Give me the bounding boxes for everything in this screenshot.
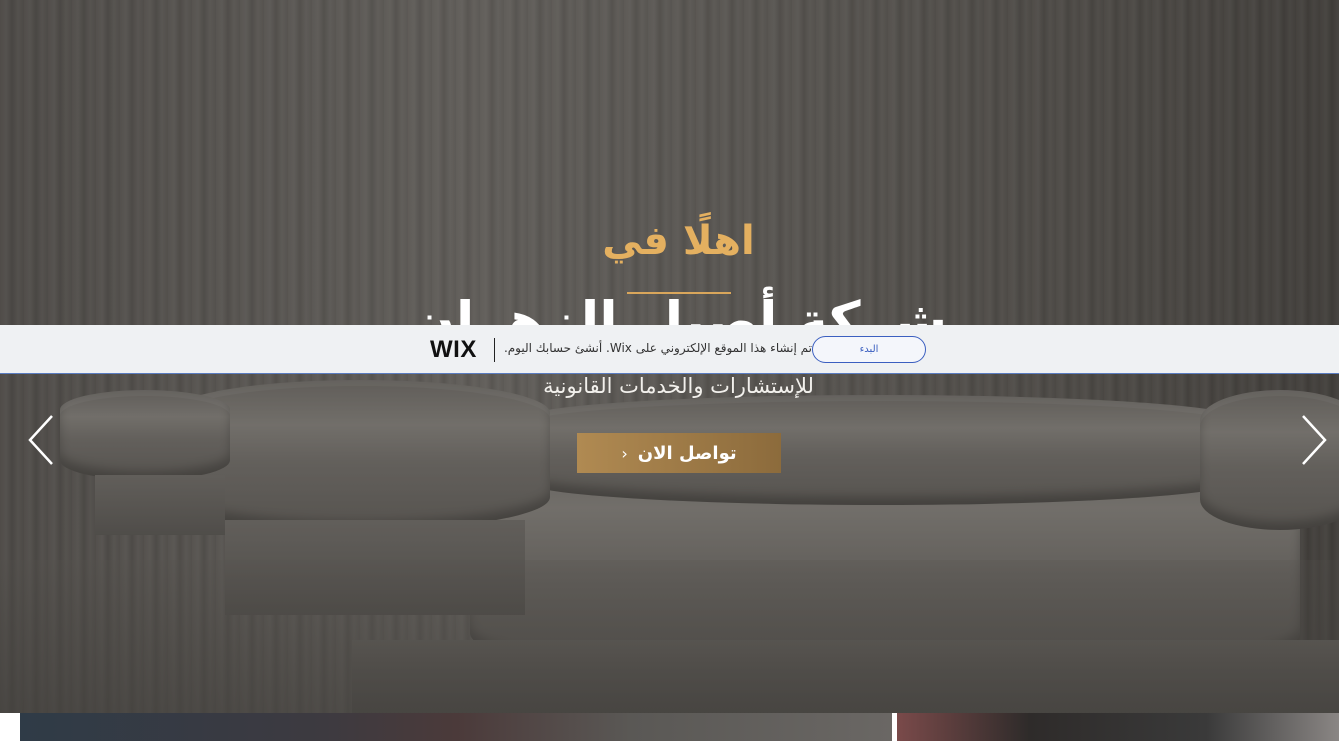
next-section-preview — [0, 713, 1339, 741]
banner-message: تم إنشاء هذا الموقع الإلكتروني على Wix. … — [503, 341, 812, 355]
chevron-left-icon: ‹ — [621, 443, 628, 463]
previous-slide-button[interactable] — [26, 412, 58, 468]
chevron-left-icon — [28, 415, 53, 465]
chevron-right-icon — [1302, 415, 1327, 465]
wix-logo[interactable]: WIX — [430, 336, 477, 364]
section-image — [20, 713, 892, 741]
start-button[interactable]: البدء — [812, 336, 926, 363]
wix-ad-banner: WIX تم إنشاء هذا الموقع الإلكتروني على W… — [0, 325, 1339, 374]
banner-divider — [494, 338, 495, 362]
welcome-heading: اهلًا في — [602, 218, 755, 264]
contact-now-button[interactable]: تواصل الان ‹ — [577, 433, 781, 473]
cta-label: تواصل الان — [637, 442, 737, 464]
tagline: للإستشارات والخدمات القانونية — [543, 374, 814, 398]
next-slide-button[interactable] — [1297, 412, 1329, 468]
section-image — [897, 713, 1339, 741]
